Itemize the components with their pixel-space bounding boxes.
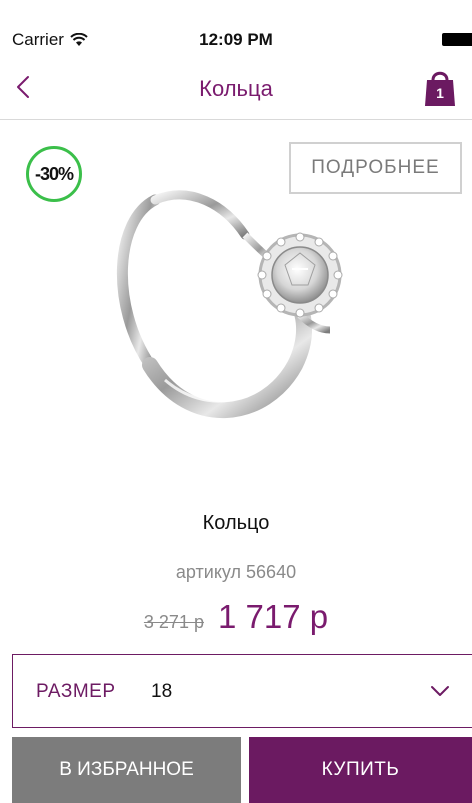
page-title: Кольца	[199, 76, 273, 101]
cart-button[interactable]: 1	[422, 66, 458, 108]
product-sku: артикул 56640	[0, 562, 472, 583]
product-name: Кольцо	[202, 512, 270, 534]
price-row: 3 271 р 1 717 р	[0, 598, 472, 636]
new-price: 1 717 р	[217, 598, 329, 635]
ring-image	[116, 190, 343, 419]
add-to-favorites-button[interactable]: В ИЗБРАННОЕ	[12, 737, 241, 803]
nav-bar: Кольца 1	[0, 62, 472, 120]
status-time: 12:09 PM	[199, 30, 273, 49]
size-label: РАЗМЕР	[36, 681, 116, 702]
chevron-down-icon	[431, 686, 449, 696]
sku-number: 56640	[246, 562, 297, 582]
sku-label: артикул	[175, 562, 242, 582]
discount-badge: -30%	[26, 146, 82, 202]
size-selector[interactable]: РАЗМЕР 18	[12, 654, 472, 728]
status-bar: Carrier 12:09 PM	[0, 0, 472, 62]
size-value: 18	[151, 681, 173, 702]
battery-icon	[442, 33, 472, 46]
cart-count-badge: 1	[436, 85, 444, 101]
old-price: 3 271 р	[143, 612, 204, 632]
buy-button[interactable]: КУПИТЬ	[249, 737, 472, 803]
